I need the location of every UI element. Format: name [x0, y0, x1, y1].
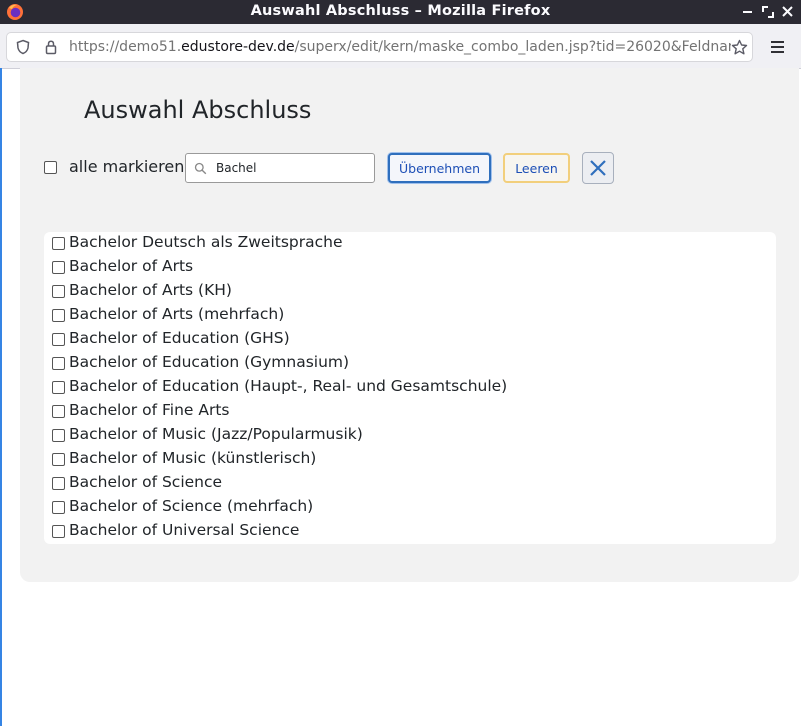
- item-checkbox[interactable]: [52, 237, 65, 250]
- page-title: Auswahl Abschluss: [84, 96, 312, 124]
- option-list: Bachelor Deutsch als Zweitsprache Bachel…: [44, 232, 776, 544]
- search-icon: [194, 162, 207, 175]
- url-prefix: https://demo51.: [69, 39, 182, 55]
- restore-icon[interactable]: [760, 4, 776, 20]
- item-checkbox[interactable]: [52, 501, 65, 514]
- select-all-label[interactable]: alle markieren: [69, 157, 184, 176]
- window-title: Auswahl Abschluss – Mozilla Firefox: [250, 3, 551, 19]
- item-checkbox[interactable]: [52, 381, 65, 394]
- search-input[interactable]: [216, 159, 366, 177]
- item-checkbox[interactable]: [52, 333, 65, 346]
- url-text[interactable]: https://demo51.edustore-dev.de/superx/ed…: [69, 39, 731, 57]
- item-label[interactable]: Bachelor of Music (Jazz/Popularmusik): [69, 425, 363, 443]
- item-label[interactable]: Bachelor of Universal Science: [69, 521, 299, 539]
- item-checkbox[interactable]: [52, 285, 65, 298]
- hamburger-menu-icon[interactable]: [766, 38, 790, 56]
- url-domain: edustore-dev.de: [181, 39, 295, 55]
- apply-button[interactable]: Übernehmen: [388, 153, 491, 183]
- close-button[interactable]: [582, 152, 614, 184]
- item-label[interactable]: Bachelor Deutsch als Zweitsprache: [69, 233, 343, 251]
- bookmark-star-icon[interactable]: [731, 39, 748, 56]
- page-edge-indicator: [0, 68, 2, 726]
- item-checkbox[interactable]: [52, 525, 65, 538]
- url-bar[interactable]: https://demo51.edustore-dev.de/superx/ed…: [6, 32, 753, 62]
- lock-icon[interactable]: [43, 39, 59, 55]
- item-checkbox[interactable]: [52, 453, 65, 466]
- item-label[interactable]: Bachelor of Education (Gymnasium): [69, 353, 349, 371]
- close-x-icon: [590, 160, 606, 176]
- item-checkbox[interactable]: [52, 405, 65, 418]
- item-checkbox[interactable]: [52, 477, 65, 490]
- item-label[interactable]: Bachelor of Science: [69, 473, 222, 491]
- clear-button[interactable]: Leeren: [503, 153, 570, 183]
- item-checkbox[interactable]: [52, 357, 65, 370]
- minimize-icon[interactable]: [740, 4, 756, 20]
- item-label[interactable]: Bachelor of Education (GHS): [69, 329, 290, 347]
- item-checkbox[interactable]: [52, 309, 65, 322]
- item-label[interactable]: Bachelor of Science (mehrfach): [69, 497, 313, 515]
- window-titlebar: Auswahl Abschluss – Mozilla Firefox: [0, 0, 801, 24]
- item-checkbox[interactable]: [52, 429, 65, 442]
- item-label[interactable]: Bachelor of Music (künstlerisch): [69, 449, 316, 467]
- search-field[interactable]: [185, 153, 375, 183]
- item-label[interactable]: Bachelor of Arts (KH): [69, 281, 232, 299]
- item-label[interactable]: Bachelor of Education (Haupt-, Real- und…: [69, 377, 507, 395]
- shield-icon[interactable]: [15, 39, 31, 55]
- select-all-checkbox[interactable]: [44, 161, 57, 174]
- close-window-icon[interactable]: [780, 4, 796, 20]
- item-checkbox[interactable]: [52, 261, 65, 274]
- url-path: /superx/edit/kern/maske_combo_laden.jsp?…: [294, 39, 731, 55]
- item-label[interactable]: Bachelor of Fine Arts: [69, 401, 229, 419]
- item-label[interactable]: Bachelor of Arts: [69, 257, 193, 275]
- item-label[interactable]: Bachelor of Arts (mehrfach): [69, 305, 284, 323]
- browser-toolbar: https://demo51.edustore-dev.de/superx/ed…: [0, 24, 801, 69]
